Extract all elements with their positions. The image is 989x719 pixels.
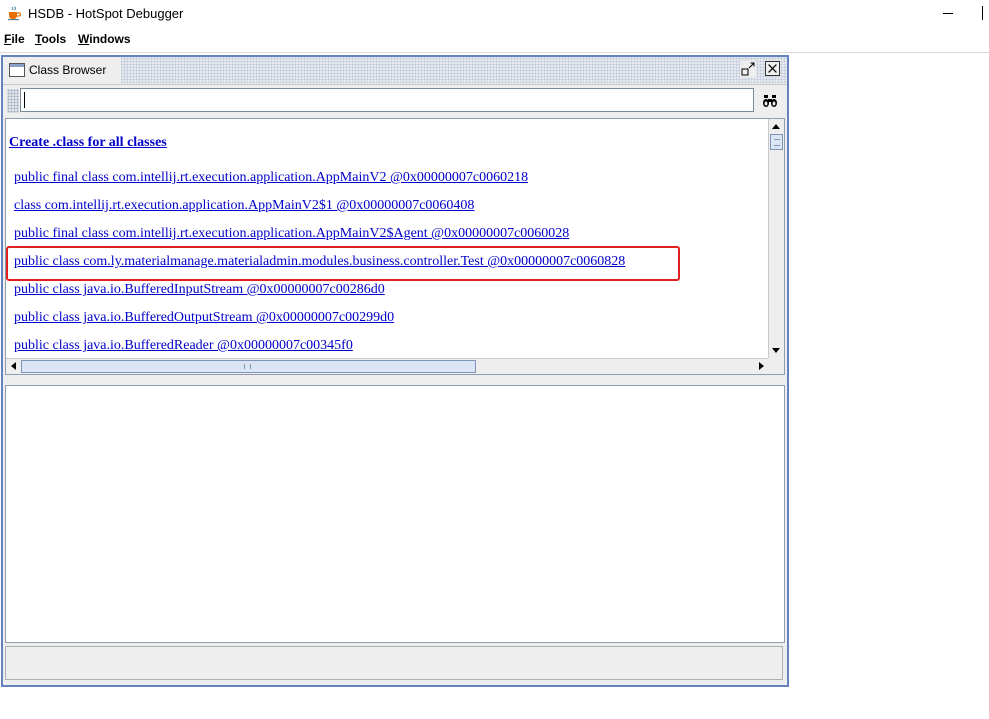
horizontal-scrollbar[interactable] [6, 358, 768, 374]
class-link[interactable]: public class java.io.BufferedInputStream… [14, 282, 385, 298]
class-link[interactable]: public class java.io.BufferedReader @0x0… [14, 338, 353, 354]
horizontal-scroll-thumb[interactable] [21, 360, 476, 373]
class-browser-title: Class Browser [29, 63, 107, 77]
vertical-scroll-thumb[interactable] [770, 134, 783, 150]
class-detail-panel[interactable] [5, 385, 785, 643]
split-pane-divider[interactable] [3, 375, 787, 384]
class-link[interactable]: public final class com.intellij.rt.execu… [14, 226, 569, 242]
window-title-bar[interactable]: HSDB - HotSpot Debugger [0, 0, 989, 28]
minimize-button[interactable] [936, 2, 960, 24]
menu-file-label: ile [11, 32, 25, 46]
scroll-right-arrow-icon[interactable] [753, 359, 768, 374]
menu-windows-label: indows [89, 32, 131, 46]
scroll-left-arrow-icon[interactable] [6, 359, 21, 374]
menu-tools[interactable]: Tools [35, 32, 66, 46]
class-link[interactable]: public class java.io.BufferedOutputStrea… [14, 310, 394, 326]
class-link[interactable]: public final class com.intellij.rt.execu… [14, 170, 528, 186]
class-browser-frame: Class Browser Create .class for all clas… [1, 55, 789, 687]
menu-windows-mnemonic: W [78, 32, 90, 46]
text-caret [24, 92, 25, 108]
binoculars-icon[interactable] [758, 88, 782, 112]
menu-windows[interactable]: Windows [78, 32, 131, 46]
menu-tools-label: ools [41, 32, 67, 46]
close-icon[interactable] [765, 61, 780, 76]
scroll-up-arrow-icon[interactable] [769, 119, 784, 134]
class-search-input[interactable] [20, 88, 754, 112]
scroll-down-arrow-icon[interactable] [769, 343, 784, 358]
toolbar-grip[interactable] [7, 89, 19, 113]
window-title: HSDB - HotSpot Debugger [28, 6, 184, 21]
class-link[interactable]: class com.intellij.rt.execution.applicat… [14, 198, 474, 214]
iconify-icon[interactable] [740, 61, 756, 77]
vertical-scrollbar[interactable] [768, 119, 784, 358]
highlight-annotation-box [6, 246, 680, 281]
frame-window-icon [9, 63, 25, 77]
search-toolbar [3, 84, 787, 117]
create-class-files-link[interactable]: Create .class for all classes [9, 135, 167, 151]
menu-bar: File Tools Windows [0, 28, 989, 53]
class-list-content: Create .class for all classes public fin… [6, 119, 768, 358]
java-cup-icon [8, 6, 22, 21]
scrollbar-corner [768, 358, 784, 374]
menu-file[interactable]: File [4, 32, 25, 46]
class-list-panel[interactable]: Create .class for all classes public fin… [5, 118, 785, 375]
status-bar [5, 646, 783, 680]
maximize-button[interactable] [982, 6, 989, 20]
class-browser-title-bar[interactable]: Class Browser [3, 57, 787, 83]
